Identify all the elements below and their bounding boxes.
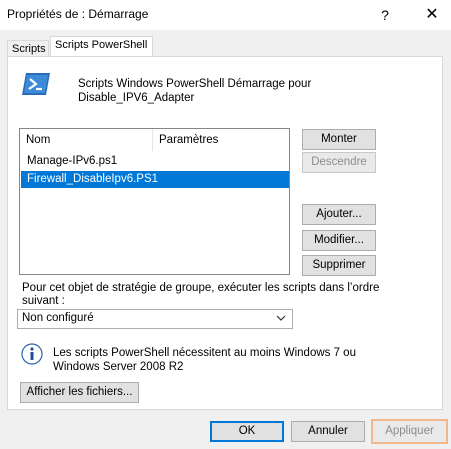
help-button[interactable]: ? [365, 0, 405, 30]
move-up-button[interactable]: Monter [302, 129, 376, 150]
list-item-selected[interactable]: Firewall_DisableIpv6.PS1 [21, 171, 289, 188]
tab-scripts[interactable]: Scripts [7, 40, 49, 57]
powershell-icon [22, 73, 50, 95]
info-text-line2: Windows Server 2008 R2 [53, 361, 184, 373]
header-title-line2: Disable_IPV6_Adapter [78, 92, 195, 104]
chevron-down-icon [276, 315, 286, 321]
properties-dialog: Propriétés de : Démarrage ? ✕ Scripts Sc… [0, 0, 451, 449]
execution-order-value: Non configuré [22, 312, 94, 324]
info-text-line1: Les scripts PowerShell nécessitent au mo… [53, 347, 356, 359]
ok-button[interactable]: OK [210, 421, 284, 442]
cancel-button[interactable]: Annuler [291, 421, 365, 442]
header-title-line1: Scripts Windows PowerShell Démarrage pou… [78, 78, 312, 90]
execution-order-select[interactable]: Non configuré [17, 309, 293, 329]
edit-button[interactable]: Modifier... [302, 230, 376, 251]
list-item[interactable]: Manage-IPv6.ps1 [21, 153, 289, 170]
info-icon [21, 343, 43, 365]
title-bar: Propriétés de : Démarrage ? ✕ [0, 0, 451, 30]
tab-powershell-scripts[interactable]: Scripts PowerShell [50, 36, 153, 56]
show-files-button[interactable]: Afficher les fichiers... [20, 382, 139, 403]
column-header-parameters[interactable]: Paramètres [153, 129, 290, 151]
order-label-line1: Pour cet objet de stratégie de groupe, e… [22, 282, 380, 294]
add-button[interactable]: Ajouter... [302, 204, 376, 225]
remove-button[interactable]: Supprimer [302, 255, 376, 276]
close-button[interactable]: ✕ [412, 0, 451, 30]
scripts-list[interactable]: Nom Paramètres Manage-IPv6.ps1 Firewall_… [19, 128, 290, 275]
column-header-name[interactable]: Nom [20, 129, 153, 151]
move-down-button[interactable]: Descendre [302, 152, 376, 173]
window-title: Propriétés de : Démarrage [7, 7, 149, 21]
order-label-line2: suivant : [22, 295, 65, 307]
apply-button[interactable]: Appliquer [371, 419, 448, 444]
